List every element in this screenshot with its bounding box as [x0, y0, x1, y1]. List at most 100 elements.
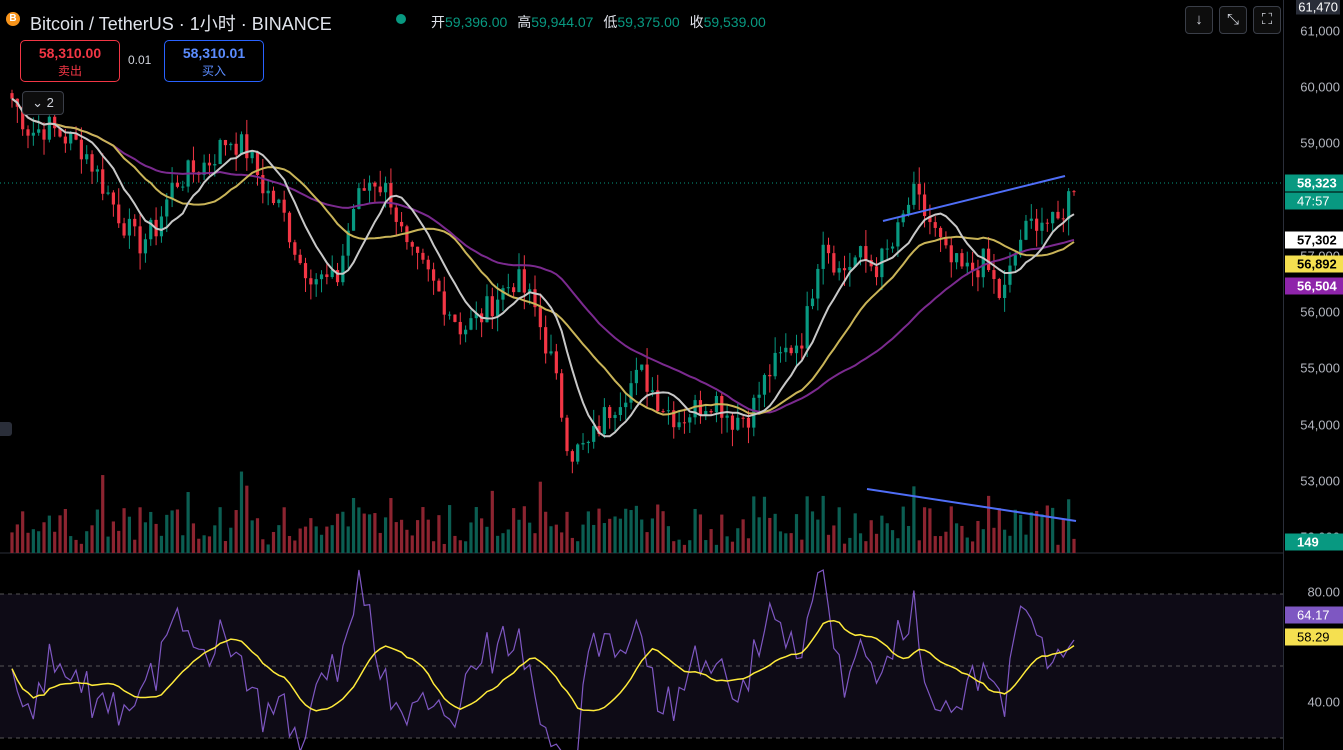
symbol-title[interactable]: Bitcoin / TetherUS · 1小时 · BINANCE [30, 10, 332, 36]
volume-bar [181, 535, 185, 553]
low-value: 59,375.00 [617, 14, 680, 30]
volume-bar [383, 517, 388, 553]
volume-bar [960, 525, 964, 553]
volume-bar [303, 526, 308, 553]
candle-body [837, 268, 841, 273]
candle-body [250, 151, 254, 159]
volume-bar [1067, 499, 1071, 553]
candle-body [394, 207, 398, 222]
volume-bar [42, 522, 46, 553]
volume-bar [122, 508, 126, 553]
candle-body [581, 443, 585, 445]
volume-bar [602, 523, 606, 553]
volume-bar [1045, 505, 1049, 553]
volume-bar [255, 518, 260, 553]
candle-body [789, 347, 793, 354]
candle-body [549, 351, 553, 354]
volume-bar [997, 508, 1001, 553]
side-handle[interactable] [0, 422, 12, 436]
candle-body [341, 255, 345, 283]
ohlc-values: 开59,396.00 高59,944.07 低59,375.00 收59,539… [431, 14, 766, 30]
volume-bar [448, 505, 452, 553]
candle-body [987, 248, 991, 271]
volume-bar [901, 506, 905, 553]
candle-body [437, 280, 441, 292]
volume-bar [821, 495, 825, 553]
candle-body [378, 186, 382, 193]
candle-body [229, 143, 233, 146]
arrow-down-icon[interactable]: ↓ [1185, 6, 1213, 34]
candle-body [618, 407, 622, 416]
candle-body [954, 253, 959, 263]
candle-body [170, 182, 174, 200]
candle-body [69, 132, 73, 144]
candle-body [517, 269, 521, 293]
candle-body [293, 242, 297, 255]
volume-bar [490, 490, 494, 553]
candle-body [101, 169, 105, 194]
candle-body [842, 268, 847, 271]
volume-bar [656, 504, 660, 553]
chart-header: B Bitcoin / TetherUS · 1小时 · BINANCE 开59… [0, 0, 1283, 40]
candle-body [464, 329, 468, 335]
volume-bar [624, 508, 628, 553]
candle-body [794, 345, 799, 354]
candle-body [501, 288, 505, 300]
volume-bar [832, 525, 836, 553]
candle-body [362, 188, 366, 191]
volume-bar [704, 540, 708, 553]
candle-body [85, 154, 89, 160]
candle-body [762, 374, 767, 395]
volume-bar [906, 525, 911, 553]
price-chart[interactable] [0, 0, 1283, 750]
indicator-collapse-button[interactable]: ⌄ 2 [22, 91, 64, 115]
volume-bar [672, 541, 676, 553]
candle-body [1029, 218, 1033, 221]
candle-body [725, 415, 729, 418]
volume-bar [506, 529, 510, 553]
candle-body [864, 246, 868, 261]
volume-bar [533, 533, 537, 553]
countdown-tag: 47:57 [1285, 192, 1343, 210]
volume-bar [117, 530, 121, 553]
candle-body [816, 268, 820, 299]
volume-bar [1013, 509, 1017, 553]
volume-bar [325, 526, 329, 553]
sell-button[interactable]: 58,310.00 卖出 [20, 40, 120, 82]
volume-bar [69, 536, 73, 553]
volume-bar [842, 543, 847, 553]
volume-bar [576, 541, 580, 553]
candle-body [992, 270, 996, 279]
candle-body [757, 394, 761, 398]
candle-body [421, 252, 425, 260]
expand-icon[interactable]: ⤡ [1219, 6, 1247, 34]
volume-bar [987, 495, 991, 553]
volume-bar [538, 481, 542, 553]
volume-bar [981, 529, 985, 553]
volume-bar [848, 537, 852, 553]
volume-bar [800, 539, 804, 553]
candle-body [1013, 255, 1017, 266]
candle-body [768, 374, 772, 377]
candle-body [1067, 191, 1071, 220]
volume-bar [528, 522, 532, 553]
volume-bar [869, 520, 873, 553]
candle-body [736, 417, 740, 430]
candle-body [560, 373, 564, 418]
volume-bar [917, 540, 921, 553]
candle-body [506, 287, 510, 289]
volume-bar [149, 511, 153, 553]
volume-bar [458, 540, 462, 553]
candle-body [31, 132, 35, 136]
volume-bar [229, 527, 233, 553]
candle-body [469, 318, 473, 330]
candle-body [117, 204, 121, 224]
candle-body [490, 296, 494, 317]
candle-body [458, 321, 462, 335]
spread-value: 0.01 [128, 53, 152, 67]
fullscreen-icon[interactable]: ⛶ [1253, 6, 1281, 34]
volume-bar [469, 522, 473, 553]
volume-bar [661, 511, 665, 553]
buy-button[interactable]: 58,310.01 买入 [164, 40, 264, 82]
candle-body [858, 246, 863, 258]
